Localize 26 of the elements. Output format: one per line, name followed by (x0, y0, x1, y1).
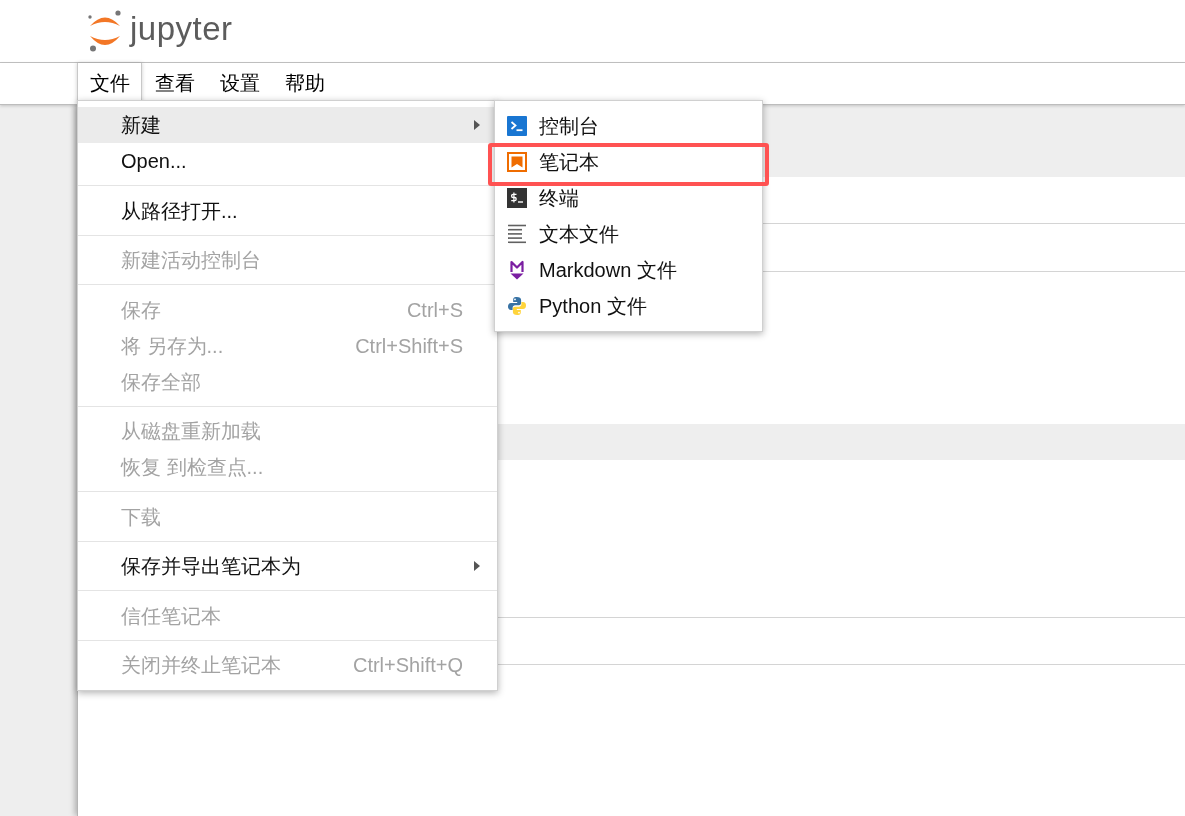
caret-icon (474, 120, 480, 130)
menu-item[interactable]: 从路径打开... (78, 192, 485, 229)
shortcut-text: Ctrl+Shift+Q (352, 653, 463, 678)
markdown-icon (507, 260, 527, 280)
logo-text: jupyter (130, 12, 233, 45)
menu-item[interactable]: Python 文件 (495, 288, 762, 324)
menu-item[interactable]: Markdown 文件 (495, 252, 762, 288)
menu-item[interactable]: 笔记本 (495, 144, 762, 180)
menu-tab[interactable]: 设置 (207, 63, 272, 104)
shortcut-text: Ctrl+Shift+S (355, 333, 463, 359)
menu-tab[interactable]: 查看 (142, 63, 207, 104)
menu-item[interactable]: 控制台 (495, 108, 762, 144)
python-icon (507, 296, 527, 316)
console-icon (507, 116, 527, 136)
text-lines-icon (507, 224, 527, 244)
menu-item[interactable]: 终端 (495, 180, 762, 216)
logo-icon (87, 10, 123, 52)
menu-item[interactable]: 新建 (78, 107, 497, 143)
bookmark-icon (507, 152, 527, 172)
menu-item[interactable]: Open... (78, 143, 485, 179)
menu-item[interactable]: 保存并导出笔记本为 (78, 548, 485, 584)
caret-icon (474, 561, 480, 571)
menu-tab[interactable]: 帮助 (272, 63, 337, 104)
shortcut-text: Ctrl+S (406, 297, 463, 323)
terminal-icon (507, 188, 527, 208)
menu-item[interactable]: 文本文件 (495, 216, 762, 252)
